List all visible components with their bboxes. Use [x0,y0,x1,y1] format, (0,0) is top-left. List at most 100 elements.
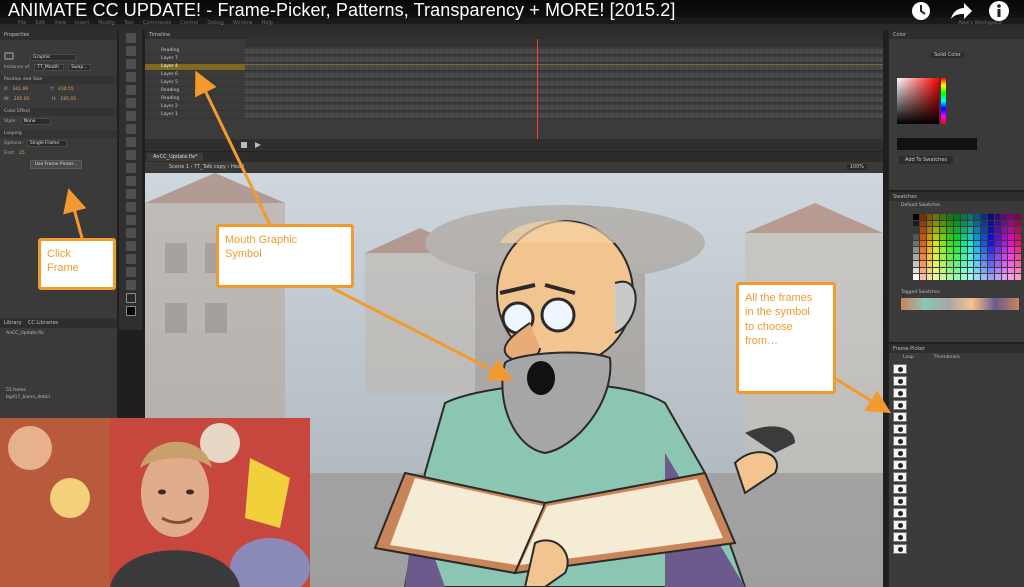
swatch[interactable] [981,227,987,234]
frame-thumbnail[interactable] [893,400,907,410]
layer-name[interactable]: Reading [161,88,179,93]
swatch[interactable] [987,240,994,247]
swatch[interactable] [1015,220,1021,227]
swatch[interactable] [913,254,919,260]
swatch[interactable] [1008,220,1015,227]
swatch[interactable] [1008,214,1015,220]
zoom-tool-icon[interactable] [125,280,136,290]
swatch[interactable] [919,234,926,240]
style-select[interactable]: None [20,117,51,125]
swatch[interactable] [919,274,926,280]
swatch[interactable] [974,227,981,234]
swatch[interactable] [1001,234,1008,240]
layer-name[interactable]: Reading [161,96,179,101]
swatch[interactable] [1001,274,1008,280]
swatch[interactable] [953,234,960,240]
fill-color-icon[interactable] [125,306,136,316]
layer-frames[interactable] [245,89,883,94]
swatch[interactable] [940,220,947,227]
hand-tool-icon[interactable] [125,267,136,277]
swatch[interactable] [940,267,947,274]
swatch[interactable] [967,214,974,220]
swatch[interactable] [1008,240,1015,247]
oval-tool-icon[interactable] [125,150,136,160]
y-value[interactable]: 430.55 [58,87,74,92]
swatch[interactable] [913,260,919,267]
frame-thumbnail[interactable] [893,424,907,434]
swatch[interactable] [994,234,1001,240]
swatch[interactable] [994,227,1001,234]
swatch[interactable] [1015,267,1021,274]
swatch[interactable] [947,240,953,247]
swatch[interactable] [960,254,967,260]
line-tool-icon[interactable] [125,124,136,134]
swatch[interactable] [1008,267,1015,274]
layer-frames[interactable] [245,81,883,86]
swatch[interactable] [1015,240,1021,247]
frame-thumbnail[interactable] [893,388,907,398]
swatch[interactable] [1001,220,1008,227]
swatch[interactable] [994,240,1001,247]
layer-frames[interactable] [245,113,883,118]
loop-checkbox[interactable]: Loop [903,355,914,360]
swatch[interactable] [967,254,974,260]
crumb-head[interactable]: Head [231,164,244,170]
swatch[interactable] [919,220,926,227]
document-tab[interactable]: AnCC_Update.fla* [147,153,204,161]
swatch[interactable] [1001,267,1008,274]
swatch[interactable] [1015,274,1021,280]
swatch[interactable] [967,220,974,227]
timeline-layer-row[interactable]: Layer 6 [145,72,883,79]
color-panel-title[interactable]: Color [889,30,1024,39]
layer-name[interactable]: Layer 1 [161,112,178,117]
layer-frames[interactable] [245,49,883,54]
tab-library[interactable]: Library [4,320,21,326]
swatch[interactable] [933,220,940,227]
timeline-layer-row[interactable]: Reading [145,48,883,55]
swatch[interactable] [1015,254,1021,260]
swatch[interactable] [913,227,919,234]
layer-frames[interactable] [245,97,883,102]
swatch[interactable] [933,267,940,274]
swatch[interactable] [926,220,933,227]
swatch[interactable] [967,267,974,274]
swatch[interactable] [960,267,967,274]
layer-name[interactable]: Layer 6 [161,72,178,77]
swatch[interactable] [919,247,926,254]
swatch[interactable] [926,260,933,267]
color-type-select[interactable]: Solid Color [931,52,964,58]
frame-thumbnail[interactable] [893,520,907,530]
swatch[interactable] [913,240,919,247]
swatch[interactable] [953,274,960,280]
swatch[interactable] [953,227,960,234]
swatch[interactable] [974,267,981,274]
swatch[interactable] [940,214,947,220]
library-file-select[interactable]: AnCC_Update.fla [0,330,117,337]
playhead[interactable] [537,39,538,139]
swatch[interactable] [940,240,947,247]
swatch[interactable] [967,240,974,247]
rectangle-tool-icon[interactable] [125,137,136,147]
frame-thumbnail[interactable] [893,508,907,518]
swatch[interactable] [913,274,919,280]
first-value[interactable]: 25 [19,151,25,156]
swatch[interactable] [981,254,987,260]
frame-thumbnail[interactable] [893,544,907,554]
eyedropper-tool-icon[interactable] [125,228,136,238]
swatch[interactable] [933,247,940,254]
timeline-layer-row[interactable]: Layer 5 [145,80,883,87]
frame-thumbnail[interactable] [893,460,907,470]
swatch[interactable] [953,220,960,227]
options-select[interactable]: Single Frame [26,139,67,147]
swatch[interactable] [994,214,1001,220]
swatch[interactable] [953,254,960,260]
swatch[interactable] [919,227,926,234]
swatch[interactable] [947,247,953,254]
selection-tool-icon[interactable] [125,33,136,43]
swatch[interactable] [974,260,981,267]
hue-slider[interactable] [941,78,946,124]
swatch[interactable] [974,247,981,254]
layer-name[interactable]: Layer 2 [161,104,178,109]
default-swatches-label[interactable]: Default Swatches [889,201,1024,210]
swatch[interactable] [994,274,1001,280]
